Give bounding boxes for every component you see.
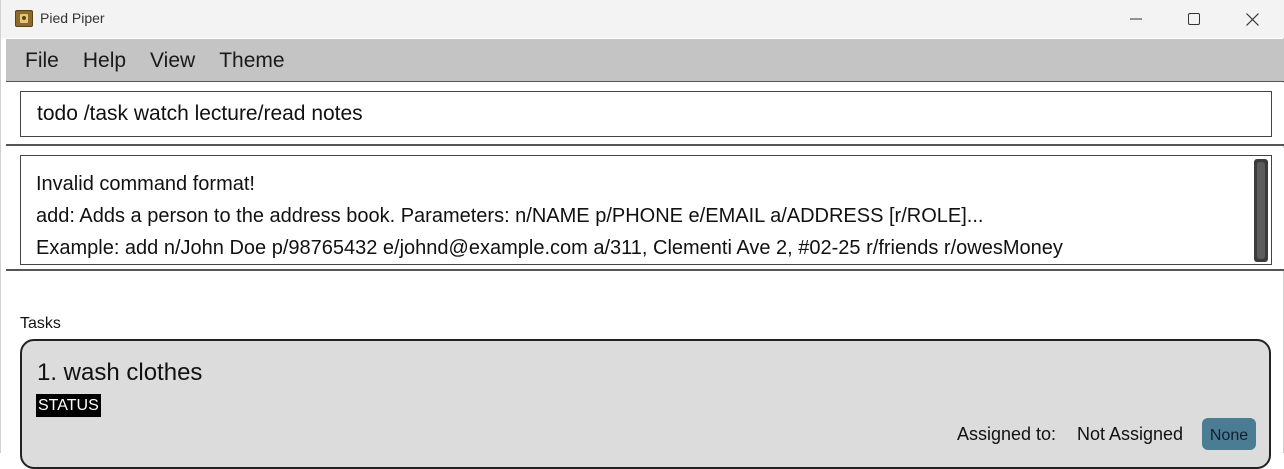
minimize-button[interactable] <box>1107 0 1165 38</box>
menu-file[interactable]: File <box>6 39 71 82</box>
app-window: Pied Piper File Help View Theme todo /ta… <box>0 0 1284 469</box>
result-line: Example: add n/John Doe p/98765432 e/joh… <box>36 237 1063 259</box>
result-line: add: Adds a person to the address book. … <box>36 205 984 227</box>
app-logo-icon <box>15 10 33 27</box>
result-display: Invalid command format! add: Adds a pers… <box>20 155 1272 265</box>
menu-help[interactable]: Help <box>71 39 138 82</box>
menu-theme[interactable]: Theme <box>207 39 296 82</box>
minimize-icon <box>1130 18 1142 20</box>
scrollbar-thumb[interactable] <box>1257 162 1265 259</box>
assigned-to-label: Assigned to: <box>957 424 1057 444</box>
result-display-panel: Invalid command format! add: Adds a pers… <box>6 148 1284 271</box>
window-title: Pied Piper <box>40 10 105 26</box>
tasks-section-label: Tasks <box>20 315 61 332</box>
maximize-icon <box>1188 13 1200 25</box>
assigned-to-value: Not Assigned <box>1077 424 1184 444</box>
menu-view[interactable]: View <box>138 39 207 82</box>
task-title: 1. wash clothes <box>37 359 203 386</box>
close-button[interactable] <box>1223 0 1281 38</box>
command-box-panel: todo /task watch lecture/read notes <box>6 83 1284 146</box>
result-scrollbar[interactable] <box>1254 159 1268 262</box>
tag-badge: None <box>1202 418 1256 450</box>
result-line: Invalid command format! <box>36 173 255 195</box>
title-bar[interactable]: Pied Piper <box>1 0 1284 38</box>
maximize-button[interactable] <box>1165 0 1223 38</box>
status-badge: STATUS <box>36 394 101 417</box>
menu-bar: File Help View Theme <box>6 39 1284 82</box>
task-card[interactable]: 1. wash clothes STATUS Assigned to: Not … <box>20 339 1271 469</box>
command-input[interactable]: todo /task watch lecture/read notes <box>20 91 1272 137</box>
close-icon <box>1245 12 1259 26</box>
